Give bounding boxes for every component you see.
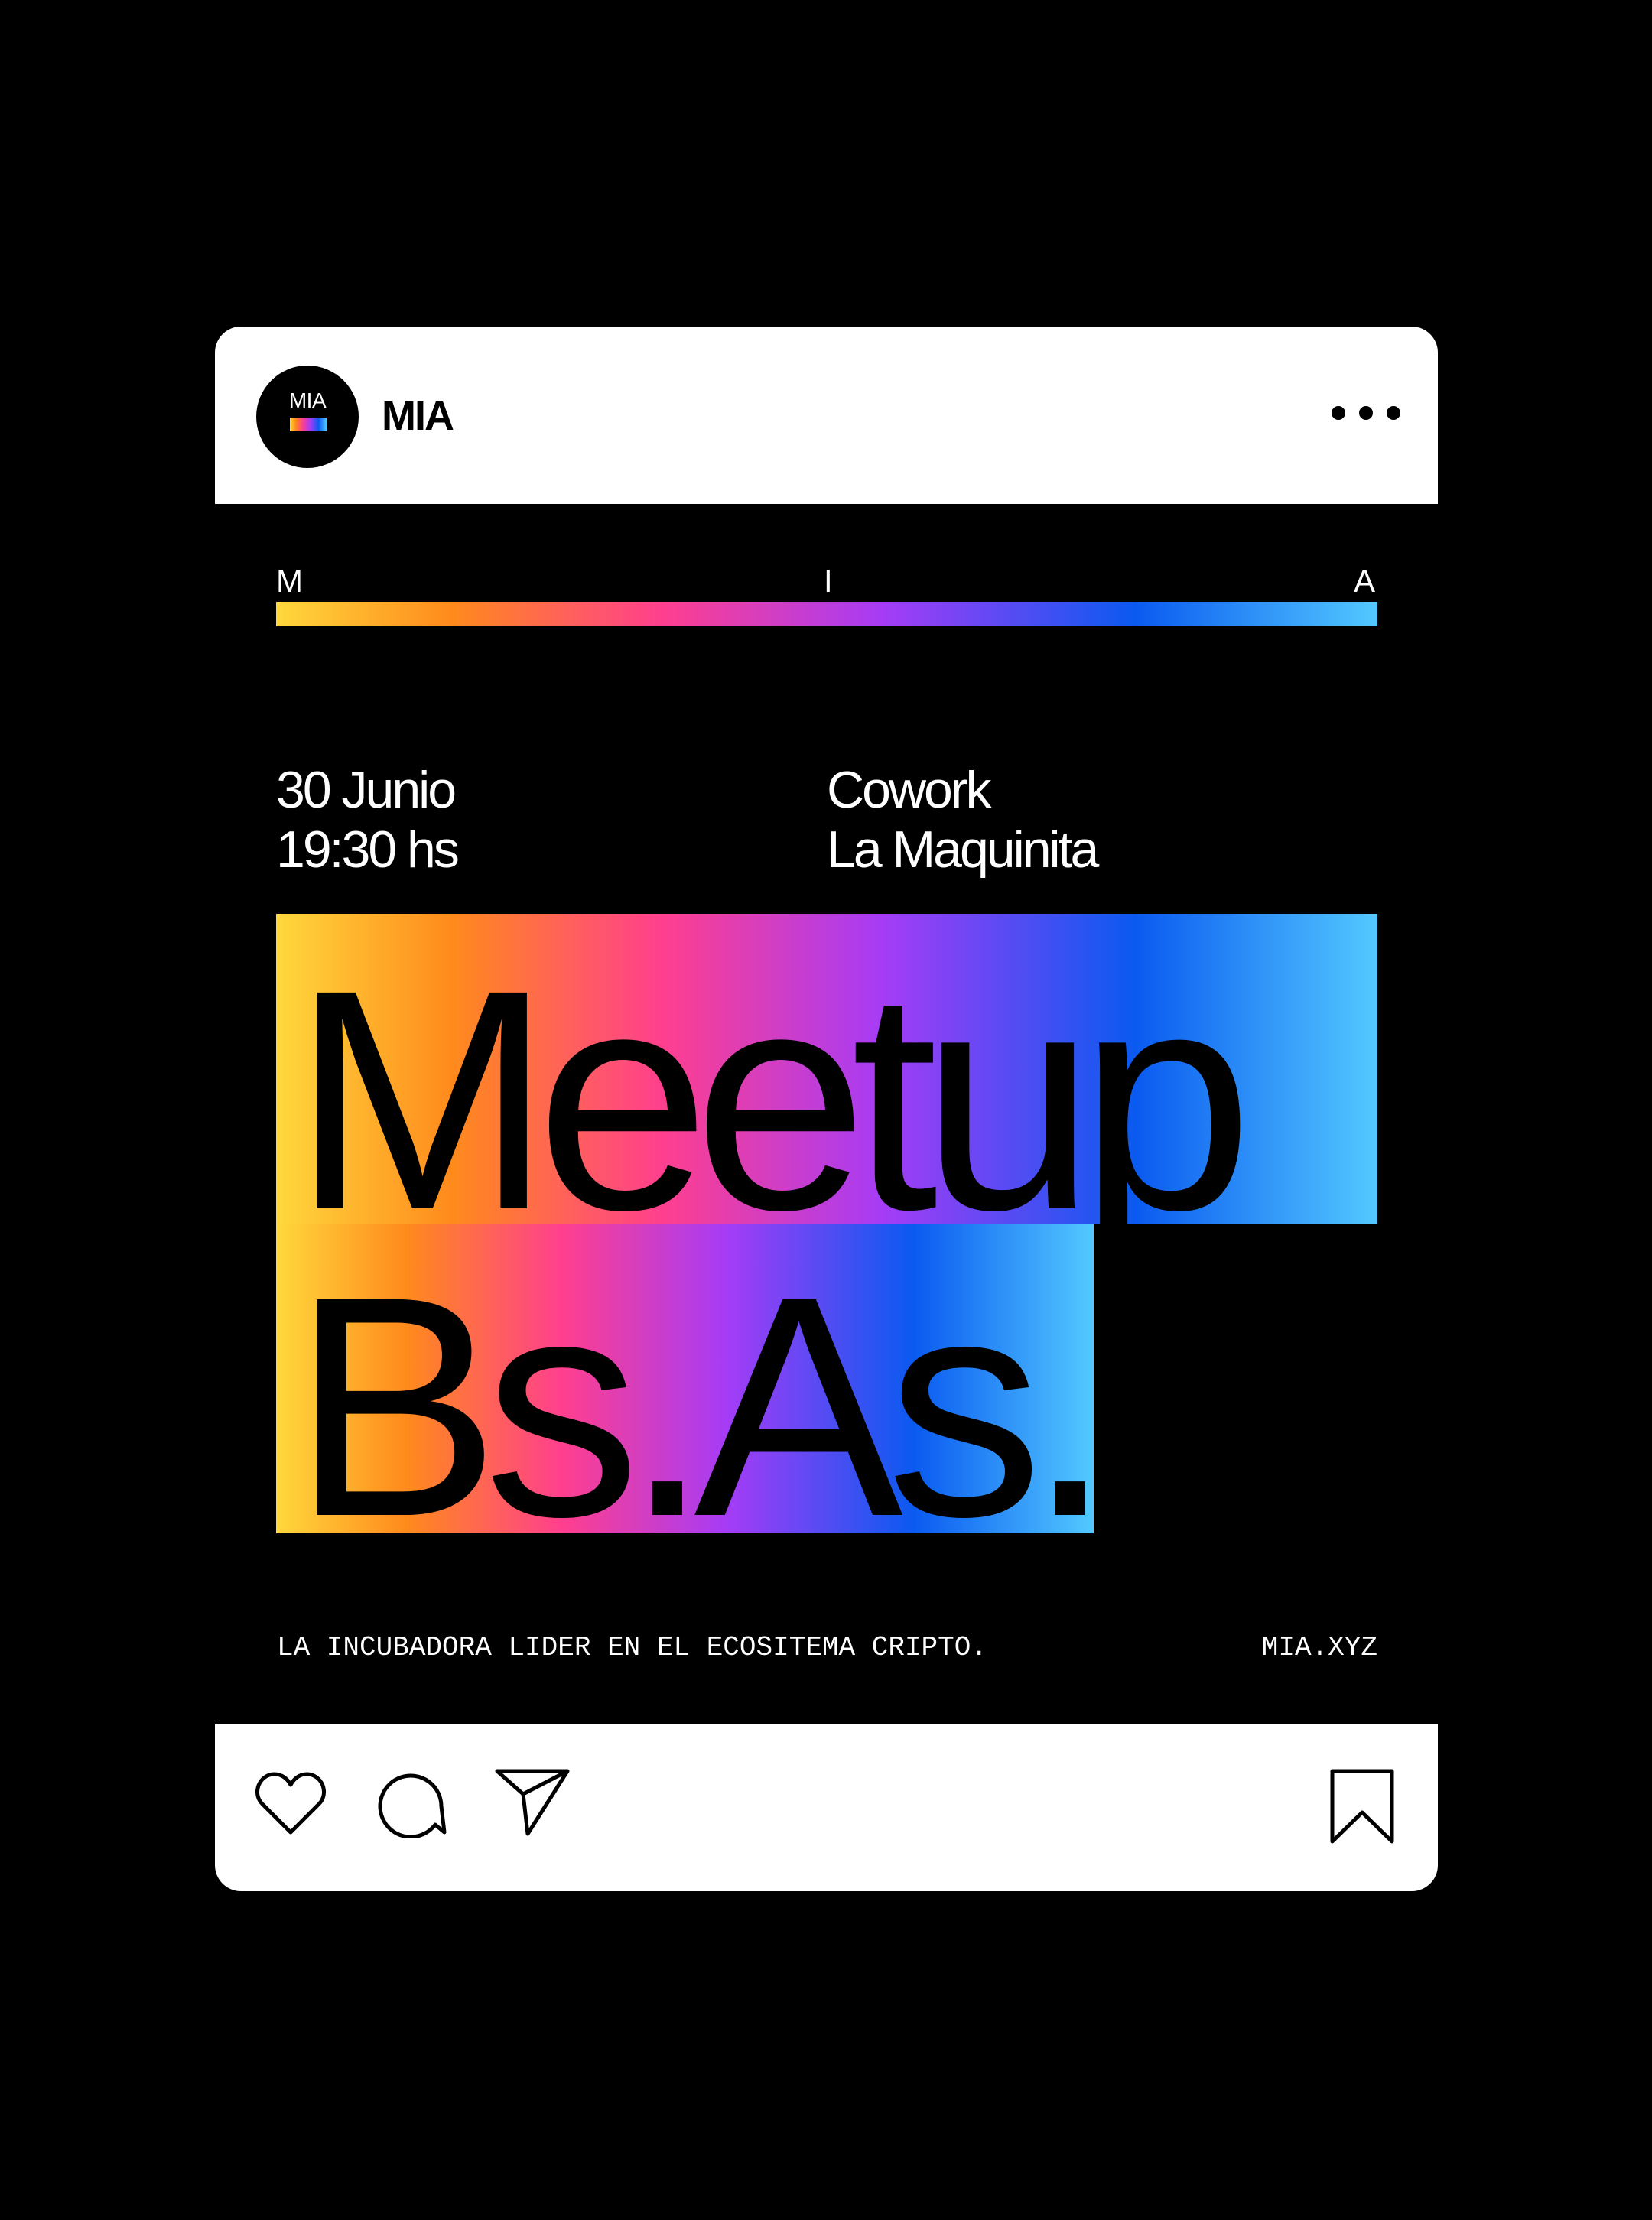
brand-letter-i: I: [824, 563, 833, 599]
title-block-line1: Meetup: [276, 914, 1377, 1224]
event-time: 19:30 hs: [276, 821, 460, 879]
more-horizontal-icon[interactable]: [1332, 403, 1400, 423]
event-venue-line2: La Maquinita: [827, 821, 1099, 879]
heart-icon[interactable]: [253, 1768, 328, 1838]
title-line2: Bs.As.: [291, 1231, 1094, 1533]
title-line1: Meetup: [291, 925, 1254, 1224]
brand-gradient-bar: [276, 602, 1377, 626]
website-domain: MIA.XYZ: [1261, 1632, 1377, 1663]
tagline: LA INCUBADORA LIDER EN EL ECOSITEMA CRIP…: [277, 1632, 987, 1663]
comment-icon[interactable]: [374, 1765, 447, 1838]
brand-letter-m: M: [276, 563, 303, 599]
event-venue-line1: Cowork: [827, 761, 991, 819]
post-image: M I A 30 Junio 19:30 hs Cowork La Maquin…: [215, 504, 1438, 1724]
avatar-gradient-bar: [290, 418, 327, 431]
event-date: 30 Junio: [276, 761, 457, 819]
title-block-line2: Bs.As.: [276, 1224, 1094, 1533]
post-header: MIA MIA: [215, 327, 1438, 504]
brand-letter-a: A: [1354, 563, 1376, 599]
send-icon[interactable]: [494, 1768, 571, 1838]
avatar[interactable]: MIA: [256, 366, 359, 468]
social-post-card: MIA MIA M I A 30 Junio 19:30 hs Cowork L…: [215, 327, 1438, 1891]
bookmark-icon[interactable]: [1329, 1768, 1395, 1845]
post-actions-bar: [215, 1724, 1438, 1891]
account-name[interactable]: MIA: [382, 395, 454, 437]
avatar-label: MIA: [288, 388, 327, 412]
